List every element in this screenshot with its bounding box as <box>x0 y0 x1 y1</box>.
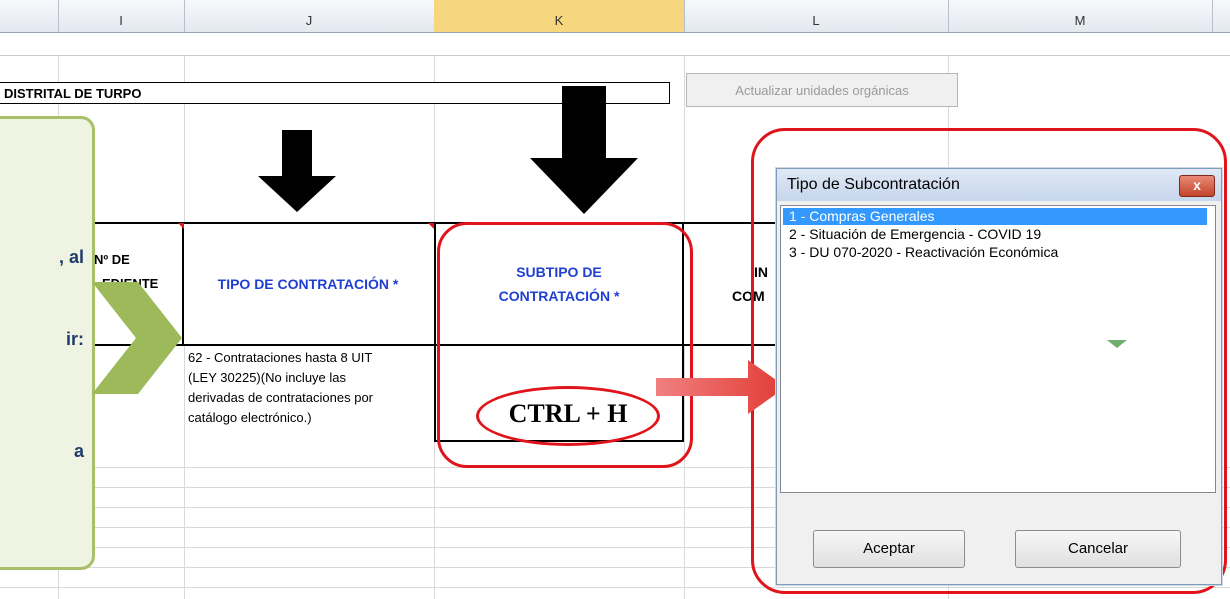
close-icon[interactable]: x <box>1179 175 1215 197</box>
column-header-h[interactable] <box>0 0 59 32</box>
header-cell-tipo[interactable]: TIPO DE CONTRATACIÓN * <box>184 222 434 346</box>
instruction-callout: , al ir: a <box>0 116 95 570</box>
column-header-k[interactable]: K <box>434 0 685 32</box>
formula-row <box>0 33 1230 56</box>
header-expediente-line1: Nº DE <box>94 252 130 267</box>
callout-text-3: a <box>73 441 84 461</box>
subcontract-type-listbox[interactable]: 1 - Compras Generales 2 - Situación de E… <box>780 205 1216 493</box>
down-arrow-icon <box>258 130 336 212</box>
callout-text-2: ir: <box>66 329 84 349</box>
cell-tipo-value[interactable]: 62 - Contrataciones hasta 8 UIT (LEY 302… <box>184 346 434 442</box>
dialog-title-bar[interactable]: Tipo de Subcontratación x <box>777 169 1221 201</box>
cell-tipo-line1: 62 - Contrataciones hasta 8 UIT <box>188 350 373 365</box>
column-header-bar: I J K L M <box>0 0 1230 33</box>
list-item[interactable]: 2 - Situación de Emergencia - COVID 19 <box>783 226 1207 243</box>
update-units-button[interactable]: Actualizar unidades orgánicas <box>686 73 958 107</box>
subtipo-highlight-box <box>437 222 693 468</box>
subcontract-type-dialog: Tipo de Subcontratación x 1 - Compras Ge… <box>776 168 1222 585</box>
dialog-title: Tipo de Subcontratación <box>787 176 960 193</box>
down-arrow-icon <box>530 86 638 214</box>
column-header-j[interactable]: J <box>184 0 435 32</box>
comment-indicator-icon <box>428 223 434 229</box>
cursor-artifact <box>1107 340 1127 348</box>
cancel-button[interactable]: Cancelar <box>1015 530 1181 568</box>
column-header-l[interactable]: L <box>684 0 949 32</box>
comment-indicator-icon <box>178 223 184 229</box>
cell-tipo-line4: catálogo electrónico.) <box>188 410 312 425</box>
column-header-i[interactable]: I <box>58 0 185 32</box>
chevron-right-icon <box>92 282 182 394</box>
cell-tipo-line2: (LEY 30225)(No incluye las <box>188 370 347 385</box>
accept-button[interactable]: Aceptar <box>813 530 965 568</box>
cell-tipo-line3: derivadas de contrataciones por <box>188 390 374 405</box>
list-item[interactable]: 3 - DU 070-2020 - Reactivación Económica <box>783 244 1207 261</box>
header-tipo-label: TIPO DE CONTRATACIÓN * <box>217 276 399 292</box>
list-item[interactable]: 1 - Compras Generales <box>783 208 1207 225</box>
column-header-m[interactable]: M <box>948 0 1213 32</box>
right-arrow-icon <box>656 360 786 414</box>
callout-text-1: , al <box>58 247 84 267</box>
